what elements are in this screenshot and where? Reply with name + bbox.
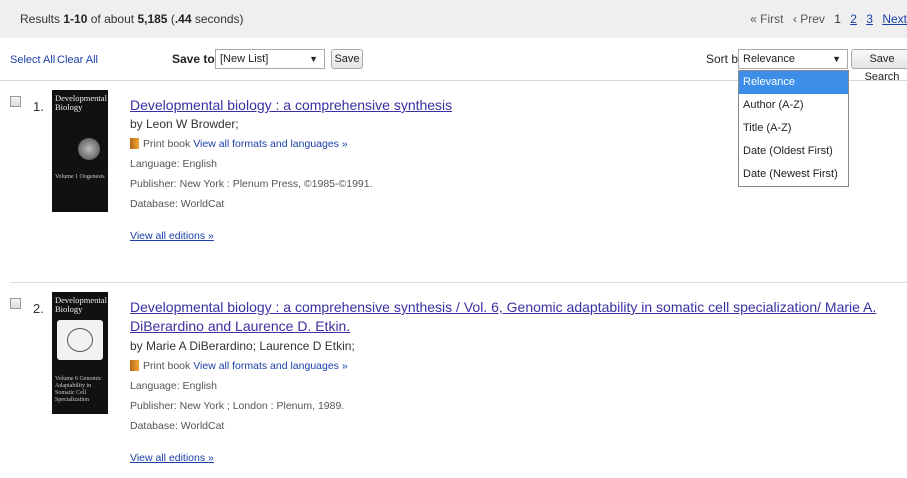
view-formats-link[interactable]: View all formats and languages » bbox=[193, 360, 348, 372]
clear-all-link[interactable]: Clear All bbox=[57, 54, 98, 66]
cover-volume: Volume 6 Genomic Adaptability in Somatic… bbox=[55, 376, 102, 403]
results-time-close: seconds) bbox=[194, 12, 244, 26]
sort-option-title[interactable]: Title (A-Z) bbox=[739, 117, 848, 140]
results-time: .44 bbox=[174, 12, 192, 26]
save-list-value: [New List] bbox=[220, 53, 269, 65]
results-count: Results 1-10 of about 5,185 (.44 seconds… bbox=[20, 12, 244, 26]
book-cover-image[interactable]: Developmental Biology Volume 6 Genomic A… bbox=[52, 292, 108, 414]
cover-volume: Volume 1 Oogenesis bbox=[55, 174, 105, 180]
result-publisher: Publisher: New York : Plenum Press, ©198… bbox=[130, 178, 373, 190]
result-database: Database: WorldCat bbox=[130, 420, 225, 432]
view-formats-link[interactable]: View all formats and languages » bbox=[193, 138, 348, 150]
current-page: 1 bbox=[834, 12, 841, 26]
result-database: Database: WorldCat bbox=[130, 198, 225, 210]
next-page-link[interactable]: Next bbox=[882, 12, 907, 26]
results-range: 1-10 bbox=[63, 12, 88, 26]
save-to-label: Save to: bbox=[172, 52, 219, 66]
cover-illustration bbox=[57, 320, 103, 360]
chevron-down-icon: ▼ bbox=[309, 54, 318, 64]
sort-option-author[interactable]: Author (A-Z) bbox=[739, 94, 848, 117]
prev-page-link[interactable]: ‹ Prev bbox=[793, 12, 825, 26]
results-total: 5,185 bbox=[137, 12, 168, 26]
sort-option-relevance[interactable]: Relevance bbox=[739, 71, 848, 94]
save-button[interactable]: Save bbox=[331, 49, 363, 69]
result-number: 1. bbox=[33, 99, 44, 114]
sort-by-select[interactable]: Relevance ▼ bbox=[738, 49, 848, 69]
result-format: Print book bbox=[143, 138, 191, 150]
result-number: 2. bbox=[33, 301, 44, 316]
page-2-link[interactable]: 2 bbox=[850, 12, 857, 26]
print-book-icon bbox=[130, 360, 139, 371]
result-format-row: Print book View all formats and language… bbox=[130, 138, 348, 150]
result-title-link[interactable]: Developmental biology : a comprehensive … bbox=[130, 298, 907, 336]
sort-by-value: Relevance bbox=[743, 53, 795, 65]
sort-option-date-oldest[interactable]: Date (Oldest First) bbox=[739, 140, 848, 163]
chevron-down-icon: ▼ bbox=[832, 54, 841, 64]
result-language: Language: English bbox=[130, 380, 217, 392]
cover-title: Developmental Biology bbox=[55, 295, 107, 314]
result-format: Print book bbox=[143, 360, 191, 372]
result-author: by Leon W Browder; bbox=[130, 117, 239, 131]
result-language: Language: English bbox=[130, 158, 217, 170]
print-book-icon bbox=[130, 138, 139, 149]
select-all-link[interactable]: Select All bbox=[10, 54, 55, 66]
cover-title: Developmental Biology bbox=[55, 93, 107, 112]
result-publisher: Publisher: New York ; London : Plenum, 1… bbox=[130, 400, 345, 412]
book-cover-image[interactable]: Developmental Biology Volume 1 Oogenesis bbox=[52, 90, 108, 212]
result-format-row: Print book View all formats and language… bbox=[130, 360, 348, 372]
save-search-button[interactable]: Save Search bbox=[851, 49, 907, 83]
results-prefix: Results bbox=[20, 12, 61, 26]
view-editions-link[interactable]: View all editions » bbox=[130, 230, 214, 242]
result-author: by Marie A DiBerardino; Laurence D Etkin… bbox=[130, 339, 355, 353]
cover-illustration bbox=[78, 138, 100, 160]
first-page-link[interactable]: « First bbox=[750, 12, 783, 26]
result-checkbox[interactable] bbox=[10, 96, 21, 107]
sort-option-date-newest[interactable]: Date (Newest First) bbox=[739, 163, 848, 186]
page-3-link[interactable]: 3 bbox=[866, 12, 873, 26]
results-of-about: of about bbox=[90, 12, 135, 26]
sort-dropdown-menu: Relevance Author (A-Z) Title (A-Z) Date … bbox=[738, 70, 849, 187]
pagination: « First ‹ Prev 1 2 3 Next bbox=[744, 12, 907, 26]
result-checkbox[interactable] bbox=[10, 298, 21, 309]
view-editions-link[interactable]: View all editions » bbox=[130, 452, 214, 464]
result-divider bbox=[10, 282, 907, 283]
results-summary-bar: Results 1-10 of about 5,185 (.44 seconds… bbox=[0, 0, 907, 38]
save-list-select[interactable]: [New List] ▼ bbox=[215, 49, 325, 69]
